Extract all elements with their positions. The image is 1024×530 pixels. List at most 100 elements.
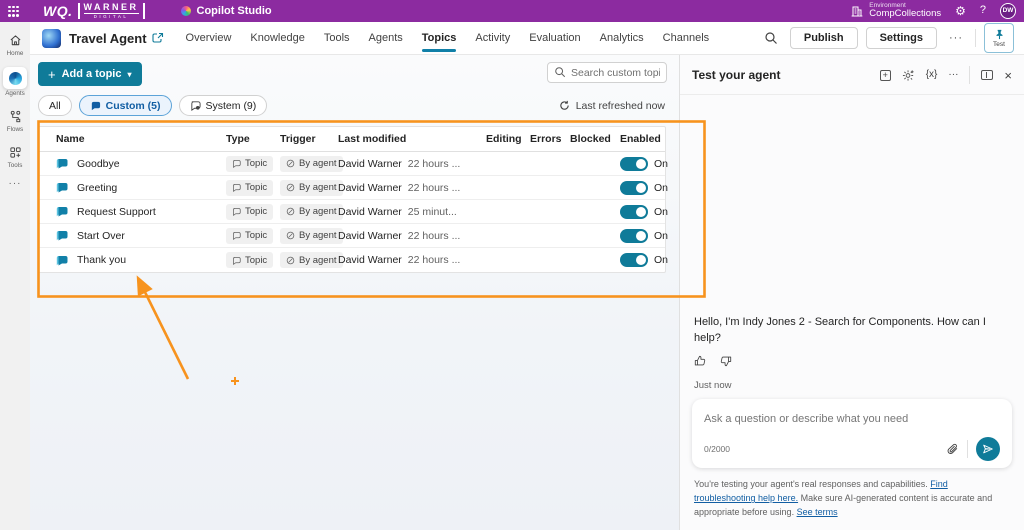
trigger-badge: By agent (280, 180, 343, 196)
col-name[interactable]: Name (56, 133, 226, 145)
user-avatar[interactable]: DW (1000, 3, 1016, 19)
dock-panel-icon[interactable] (981, 70, 993, 80)
app-launcher-icon[interactable] (8, 6, 19, 17)
enabled-toggle[interactable] (620, 205, 648, 219)
environment-picker[interactable]: Environment CompCollections (851, 2, 941, 20)
building-icon (851, 5, 863, 17)
tab-channels[interactable]: Channels (663, 22, 709, 55)
sidebar-item-flows[interactable]: Flows (1, 104, 29, 136)
sidebar-item-tools[interactable]: Tools (1, 140, 29, 172)
trigger-badge: By agent (280, 204, 343, 220)
tab-tools[interactable]: Tools (324, 22, 350, 55)
enabled-toggle[interactable] (620, 181, 648, 195)
filter-system[interactable]: System (9) (179, 95, 268, 116)
sidebar-item-home[interactable]: Home (1, 28, 29, 60)
enabled-toggle[interactable] (620, 157, 648, 171)
col-blocked[interactable]: Blocked (570, 133, 620, 145)
copilot-studio-icon (181, 6, 191, 16)
filter-custom[interactable]: Custom (5) (79, 95, 172, 116)
col-type[interactable]: Type (226, 133, 280, 145)
tab-knowledge[interactable]: Knowledge (250, 22, 304, 55)
thumbs-down-icon[interactable] (720, 355, 732, 367)
agent-header: Travel Agent Overview Knowledge Tools Ag… (30, 22, 1024, 55)
chat-input-card: 0/2000 (692, 399, 1012, 468)
bot-message: Hello, I'm Indy Jones 2 - Search for Com… (680, 315, 1024, 346)
tab-evaluation[interactable]: Evaluation (529, 22, 580, 55)
add-topic-button[interactable]: + Add a topic ▾ (38, 62, 142, 86)
see-terms-link[interactable]: See terms (797, 507, 838, 517)
type-badge: Topic (226, 204, 273, 220)
enabled-toggle[interactable] (620, 229, 648, 243)
publish-button[interactable]: Publish (790, 27, 858, 49)
agent-avatar (42, 29, 61, 48)
test-panel-title: Test your agent (692, 68, 780, 82)
col-errors[interactable]: Errors (530, 133, 570, 145)
top-app-bar: WQ. WARNER DIGITAL Copilot Studio Enviro… (0, 0, 1024, 22)
tab-analytics[interactable]: Analytics (600, 22, 644, 55)
agent-tabs: Overview Knowledge Tools Agents Topics A… (186, 22, 710, 55)
attachment-icon[interactable] (946, 443, 959, 456)
trigger-badge: By agent (280, 228, 343, 244)
product-name: Copilot Studio (197, 5, 272, 17)
tab-agents[interactable]: Agents (369, 22, 403, 55)
type-badge: Topic (226, 228, 273, 244)
left-nav-rail: Home Agents Flows Tools ··· (0, 22, 30, 530)
trigger-badge: By agent (280, 156, 343, 172)
test-pin-icon (994, 29, 1005, 40)
tab-activity[interactable]: Activity (475, 22, 510, 55)
topic-chat-icon (56, 157, 69, 170)
topic-chat-icon (56, 205, 69, 218)
col-trigger[interactable]: Trigger (280, 133, 338, 145)
topics-page: + Add a topic ▾ All Custom (5) (30, 55, 679, 530)
col-modified[interactable]: Last modified (338, 133, 486, 145)
filter-all[interactable]: All (38, 95, 72, 116)
new-chat-icon[interactable]: + (880, 70, 891, 81)
chat-input[interactable] (704, 413, 1000, 425)
system-gear-chat-icon (190, 100, 201, 111)
environment-name: CompCollections (869, 9, 941, 20)
settings-gear-icon[interactable]: ⚙ (955, 5, 966, 17)
home-icon (5, 31, 25, 49)
share-icon[interactable] (152, 32, 164, 44)
char-counter: 0/2000 (704, 444, 730, 454)
sidebar-more-icon[interactable]: ··· (9, 178, 22, 189)
send-icon (982, 443, 994, 455)
refresh-button[interactable]: Last refreshed now (559, 100, 665, 112)
variables-icon[interactable]: {x} (926, 70, 938, 80)
product-title: Copilot Studio (181, 5, 272, 17)
message-timestamp: Just now (680, 367, 1024, 393)
header-more-button[interactable]: ··· (945, 30, 967, 46)
sidebar-item-agents[interactable]: Agents (1, 64, 29, 100)
help-icon[interactable]: ? (980, 5, 986, 16)
company-logo: WQ. WARNER DIGITAL (43, 3, 145, 20)
col-enabled[interactable]: Enabled (620, 133, 665, 145)
activity-map-icon[interactable] (902, 69, 915, 82)
table-row-thank-you[interactable]: Thank you Topic By agent David Warner22 … (39, 248, 665, 272)
tab-topics[interactable]: Topics (422, 22, 457, 55)
refresh-icon (559, 100, 570, 111)
tab-overview[interactable]: Overview (186, 22, 232, 55)
panel-more-icon[interactable]: ··· (948, 70, 958, 80)
type-badge: Topic (226, 252, 273, 268)
table-row-start-over[interactable]: Start Over Topic By agent David Warner22… (39, 224, 665, 248)
plus-icon: + (48, 67, 56, 82)
col-editing[interactable]: Editing (486, 133, 530, 145)
enabled-toggle[interactable] (620, 253, 648, 267)
table-row-goodbye[interactable]: Goodbye Topic By agent David Warner22 ho… (39, 152, 665, 176)
close-icon[interactable]: × (1004, 69, 1012, 82)
table-row-request-support[interactable]: Request Support Topic By agent David War… (39, 200, 665, 224)
send-button[interactable] (976, 437, 1000, 461)
flows-icon (5, 107, 25, 125)
topic-chat-icon (56, 181, 69, 194)
table-header: Name Type Trigger Last modified Editing … (39, 127, 665, 152)
search-icon[interactable] (764, 31, 778, 45)
topic-chat-icon (56, 229, 69, 242)
logo-warner-text: WARNER (84, 3, 139, 12)
table-row-greeting[interactable]: Greeting Topic By agent David Warner22 h… (39, 176, 665, 200)
settings-button[interactable]: Settings (866, 27, 937, 49)
search-icon (554, 66, 566, 78)
thumbs-up-icon[interactable] (694, 355, 706, 367)
tools-icon (5, 143, 25, 161)
agents-icon (3, 67, 27, 89)
test-button[interactable]: Test (984, 23, 1014, 53)
